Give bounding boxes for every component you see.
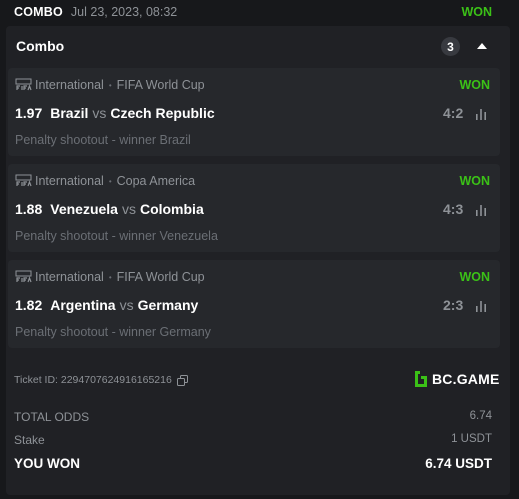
ticket-id: Ticket ID: 2294707624916165216 [14,374,188,386]
combo-title: Combo [16,38,65,54]
league-row: International • Copa America [15,174,195,188]
home-team: Brazil [50,105,89,121]
bar-chart-icon[interactable] [475,203,487,216]
combo-header[interactable]: Combo 3 [6,32,510,60]
leg-status: WON [459,78,490,92]
fifa-icon [15,174,32,188]
fifa-icon [15,78,32,92]
vs-label: vs [92,105,107,121]
leg-result: Penalty shootout - winner Venezuela [15,229,218,243]
bet-leg: International • FIFA World Cup WON 1.82 … [8,260,500,348]
stake-label: Stake [14,433,45,447]
home-team: Venezuela [50,201,118,217]
match-score: 4:3 [443,201,464,217]
league-category: International [35,174,104,188]
leg-odds: 1.88 [15,201,43,217]
won-row: YOU WON 6.74 USDT [14,456,492,471]
vs-label: vs [121,201,136,217]
fifa-icon [15,270,32,284]
leg-result: Penalty shootout - winner Germany [15,325,211,339]
legs-count-badge: 3 [441,37,460,56]
combo-panel: Combo 3 International • FIFA World Cup W… [6,26,510,495]
total-odds-label: TOTAL ODDS [14,410,90,424]
away-team: Germany [137,297,199,313]
separator-dot: • [108,176,112,186]
match-score: 4:2 [443,105,464,121]
total-odds-row: TOTAL ODDS 6.74 [14,410,492,424]
brand: BC.GAME [412,370,500,388]
vs-label: vs [119,297,134,313]
league-row: International • FIFA World Cup [15,78,205,92]
ticket-row: Ticket ID: 2294707624916165216 BC.GAME [14,370,504,390]
copy-icon[interactable] [176,374,188,386]
won-label: YOU WON [14,456,80,471]
bet-date: Jul 23, 2023, 08:32 [70,5,178,19]
ticket-id-text: Ticket ID: 2294707624916165216 [14,374,172,386]
leg-odds: 1.97 [15,105,43,121]
bet-type: COMBO [14,5,63,19]
bar-chart-icon[interactable] [475,299,487,312]
bar-chart-icon[interactable] [475,107,487,120]
match-score: 2:3 [443,297,464,313]
bet-status: WON [461,5,492,19]
away-team: Colombia [139,201,204,217]
leg-status: WON [459,174,490,188]
separator-dot: • [108,80,112,90]
stake-value: 1 USDT [451,433,492,445]
league-tournament: Copa America [116,174,196,188]
home-team: Argentina [50,297,116,313]
match-row: 1.97 Brazil vs Czech Republic [15,105,215,121]
chevron-up-icon[interactable] [475,36,489,56]
league-tournament: FIFA World Cup [116,270,205,284]
bet-leg: International • FIFA World Cup WON 1.97 … [8,68,500,156]
away-team: Czech Republic [110,105,215,121]
separator-dot: • [108,272,112,282]
stake-row: Stake 1 USDT [14,433,492,447]
match-row: 1.88 Venezuela vs Colombia [15,201,204,217]
league-row: International • FIFA World Cup [15,270,205,284]
leg-result: Penalty shootout - winner Brazil [15,133,191,147]
leg-status: WON [459,270,490,284]
bet-header: COMBO Jul 23, 2023, 08:32 WON [0,0,519,24]
league-tournament: FIFA World Cup [116,78,205,92]
bet-leg: International • Copa America WON 1.88 Ve… [8,164,500,252]
league-category: International [35,78,104,92]
brand-name: BC.GAME [432,371,500,387]
leg-odds: 1.82 [15,297,43,313]
bc-game-logo [412,370,428,388]
total-odds-value: 6.74 [469,410,492,422]
won-value: 6.74 USDT [425,456,492,471]
league-category: International [35,270,104,284]
match-row: 1.82 Argentina vs Germany [15,297,198,313]
